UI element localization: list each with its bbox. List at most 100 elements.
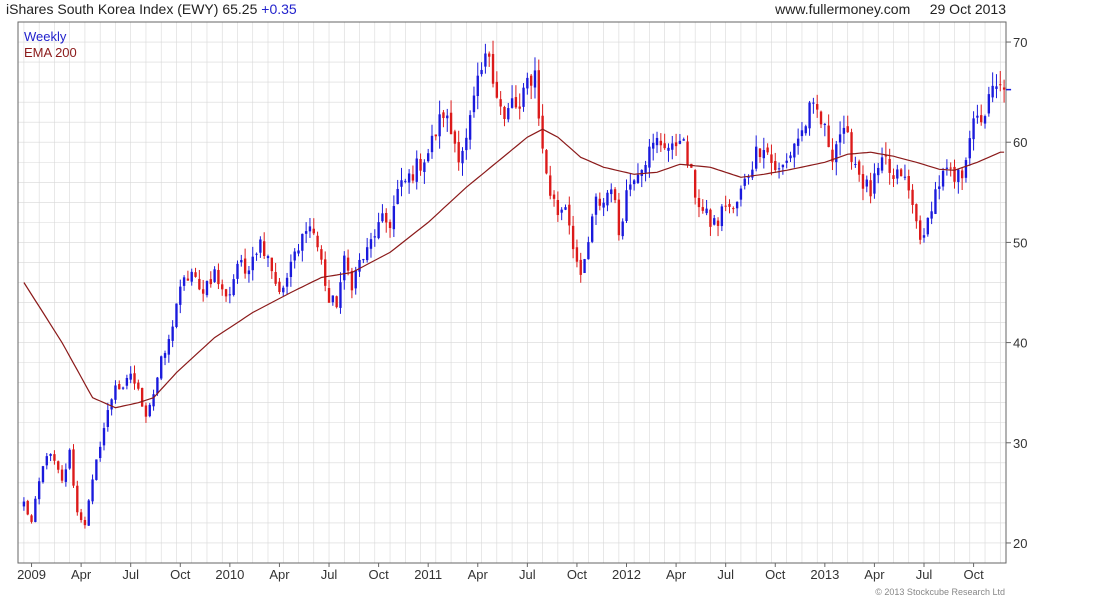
candle-up <box>95 459 98 480</box>
candle-up <box>945 167 949 169</box>
candle-down <box>488 53 491 57</box>
candle-up <box>400 180 403 187</box>
candle-up <box>129 373 132 380</box>
candle-up <box>484 53 487 67</box>
candle-up <box>232 279 235 295</box>
candle-down <box>346 257 350 271</box>
candle-down <box>697 197 701 208</box>
candle-up <box>968 138 971 159</box>
x-tick-label: Oct <box>567 567 588 582</box>
candle-up <box>877 167 880 176</box>
candle-down <box>243 258 247 274</box>
candle-up <box>991 85 994 98</box>
candle-down <box>133 373 136 384</box>
candle-down <box>194 272 197 277</box>
candle-down <box>732 208 735 210</box>
candle-up <box>743 178 746 186</box>
x-tick-label: Jul <box>122 567 139 582</box>
y-tick-label: 20 <box>1013 536 1027 551</box>
candle-up <box>430 135 434 153</box>
candle-down <box>419 158 422 171</box>
candle-down <box>388 221 392 229</box>
candle-up <box>789 155 792 159</box>
candle-down <box>53 454 56 461</box>
candle-down <box>663 143 666 149</box>
candle-up <box>705 208 708 214</box>
candle-up <box>148 404 151 417</box>
candle-up <box>854 163 857 165</box>
candle-up <box>976 115 979 118</box>
candle-up <box>282 287 285 293</box>
candle-up <box>564 207 567 210</box>
candle-down <box>221 284 224 290</box>
y-tick-label: 40 <box>1013 336 1027 351</box>
candle-up <box>167 339 171 355</box>
candle-up <box>934 189 937 214</box>
x-tick-label: Jul <box>717 567 734 582</box>
candle-down <box>861 174 865 189</box>
candle-up <box>636 174 640 183</box>
candle-up <box>796 138 800 146</box>
x-tick-label: 2013 <box>810 567 839 582</box>
candle-up <box>678 140 682 144</box>
candle-up <box>644 164 647 173</box>
candle-up <box>365 247 369 261</box>
candle-up <box>64 469 68 482</box>
candle-up <box>926 217 929 235</box>
candle-up <box>49 453 52 456</box>
candle-up <box>87 500 90 526</box>
candle-up <box>602 202 605 208</box>
candle-up <box>121 387 125 389</box>
candle-up <box>804 126 807 134</box>
candle-up <box>259 239 262 253</box>
candle-up <box>339 282 342 308</box>
candle-down <box>728 203 731 207</box>
candle-up <box>392 206 396 230</box>
candle-up <box>655 137 659 146</box>
candle-down <box>693 170 697 198</box>
copyright-notice: © 2013 Stockcube Research Ltd <box>875 587 1005 597</box>
candle-up <box>591 216 594 242</box>
candle-down <box>960 170 964 179</box>
candle-up <box>179 286 182 305</box>
candle-up <box>182 277 186 286</box>
candle-down <box>209 279 212 285</box>
candle-down <box>411 174 415 181</box>
candle-up <box>781 164 785 168</box>
candle-down <box>385 212 388 223</box>
candle-down <box>857 161 861 175</box>
candle-down <box>26 500 29 515</box>
x-tick-label: Oct <box>963 567 984 582</box>
candle-down <box>186 278 190 281</box>
candle-up <box>480 69 483 75</box>
legend-ema: EMA 200 <box>24 45 77 60</box>
candle-up <box>987 94 991 114</box>
candle-up <box>438 114 441 137</box>
candle-down <box>457 142 460 163</box>
candle-down <box>144 405 148 417</box>
candle-up <box>99 446 102 459</box>
candle-up <box>667 147 670 151</box>
candle-down <box>453 131 457 144</box>
candle-up <box>362 259 365 261</box>
candle-up <box>720 206 724 227</box>
candle-up <box>22 501 26 507</box>
candle-up <box>446 115 449 119</box>
candle-down <box>350 270 354 291</box>
candle-down <box>617 199 621 236</box>
candle-down <box>999 84 1002 86</box>
candle-up <box>938 186 941 189</box>
candle-down <box>774 161 777 170</box>
candle-down <box>320 249 323 260</box>
candle-up <box>251 256 254 271</box>
candle-down <box>217 269 220 285</box>
candle-up <box>285 277 289 287</box>
candle-up <box>625 190 628 221</box>
candle-up <box>972 118 975 140</box>
candle-up <box>823 123 827 125</box>
candle-down <box>274 272 277 284</box>
candle-up <box>652 142 655 149</box>
x-tick-label: Apr <box>666 567 687 582</box>
x-tick-label: Oct <box>368 567 389 582</box>
candle-down <box>60 469 64 481</box>
